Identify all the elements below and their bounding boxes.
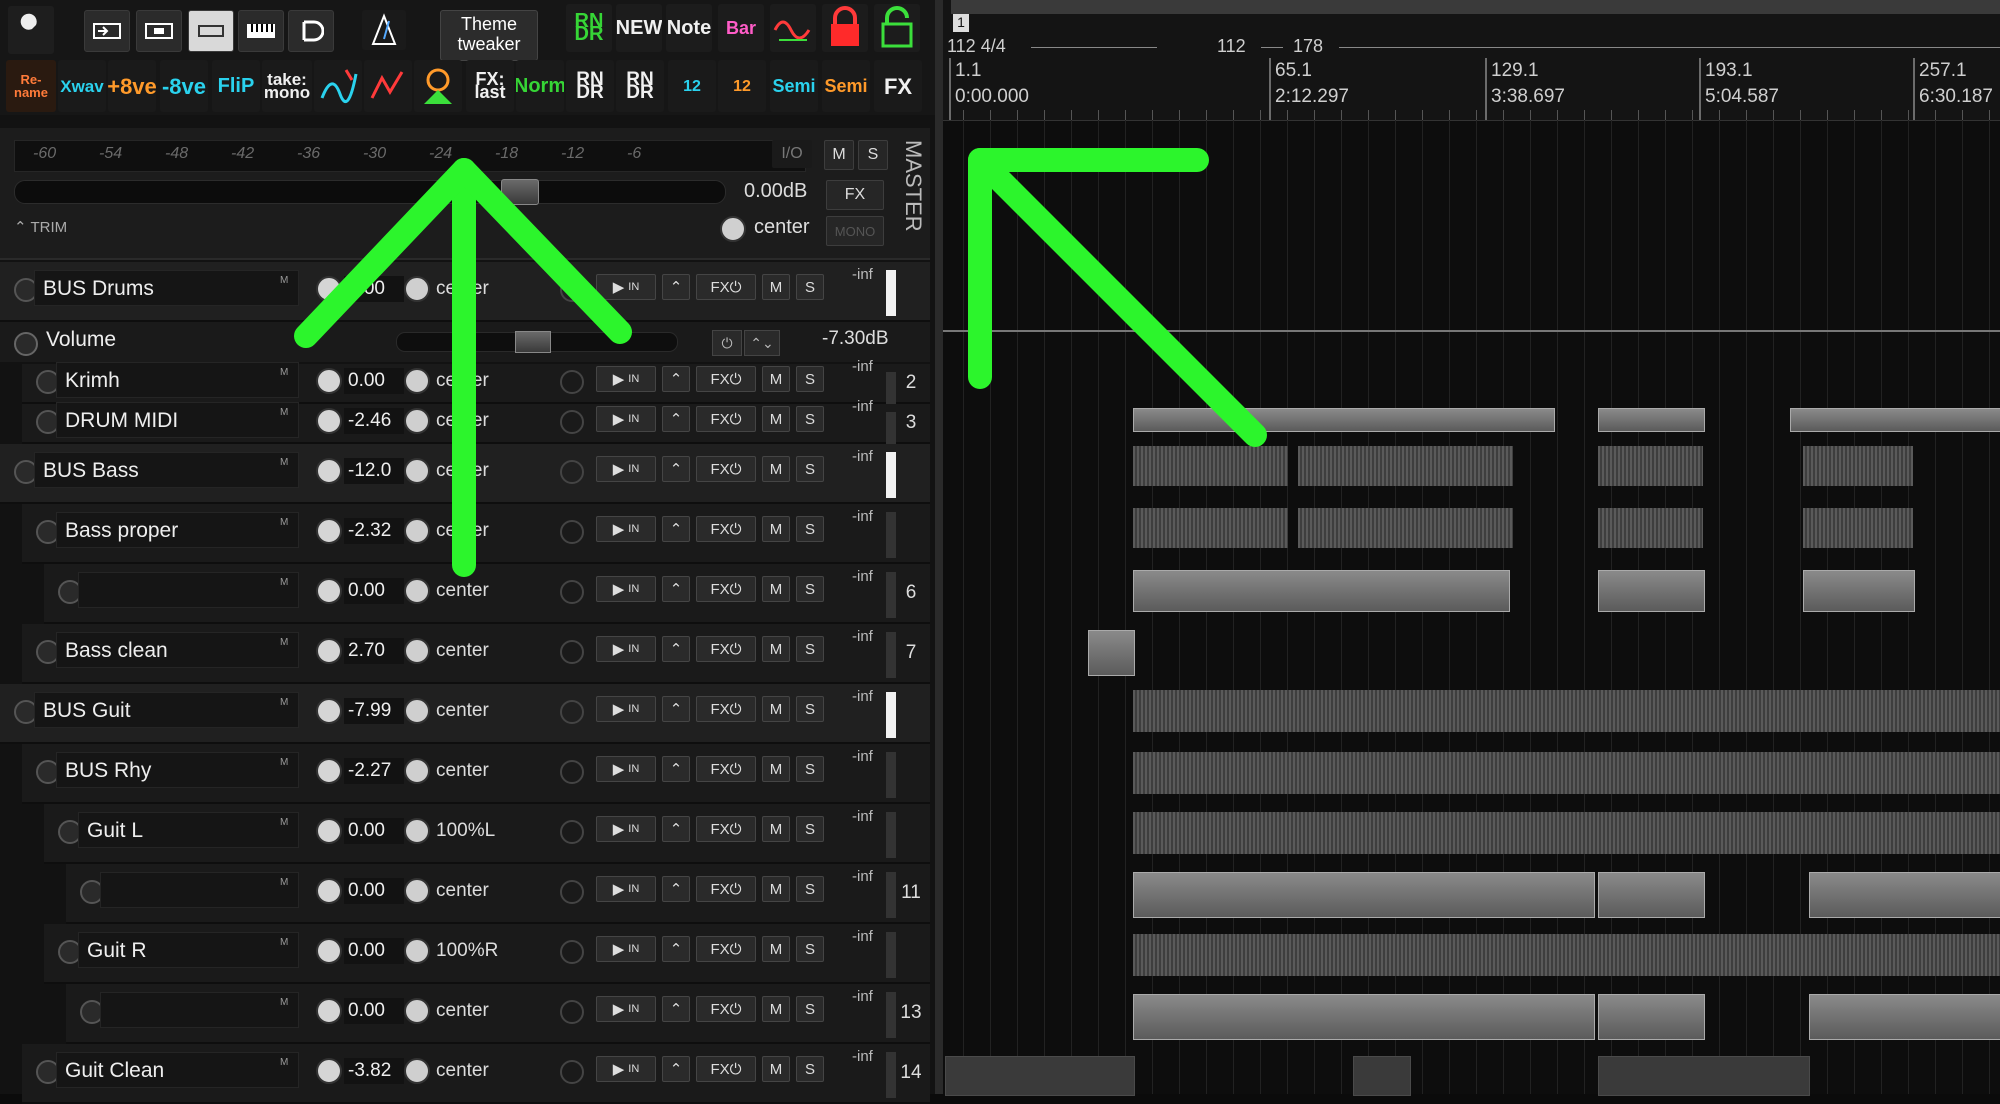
arrow-up-left-icon [968,148,1267,447]
annotation-arrows [294,148,1267,577]
arrow-up-icon [294,158,632,577]
